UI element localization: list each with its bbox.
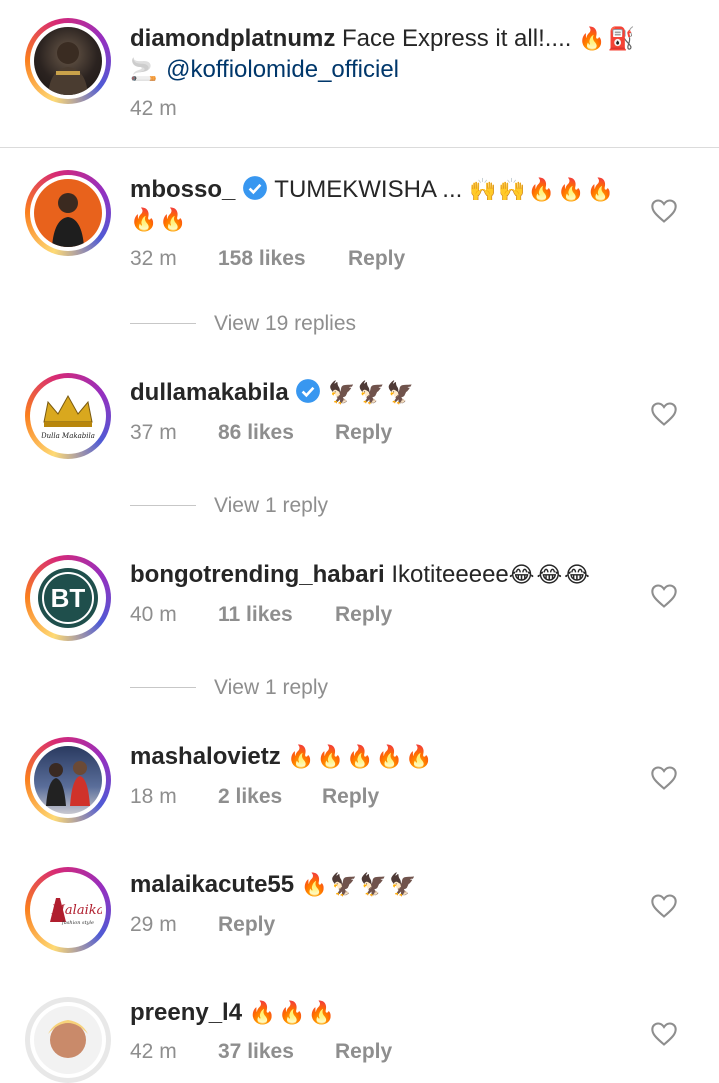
avatar-photo (48, 1020, 88, 1058)
comment-dullamakabila: dullamakabila 🦅🦅🦅 (130, 376, 416, 410)
comment-time: 32 m (130, 247, 177, 270)
bt-logo-icon: BT (38, 568, 98, 628)
avatar-photo (48, 42, 88, 95)
comment-text: TUMEKWISHA ... (274, 176, 463, 203)
reply-button[interactable]: Reply (335, 603, 392, 627)
comment-time: 37 m (130, 421, 177, 444)
comment-likes[interactable]: 2 likes (218, 785, 282, 809)
view-replies-button[interactable]: View 19 replies (214, 312, 356, 336)
view-replies-line (130, 687, 196, 688)
like-heart-icon[interactable] (650, 1021, 678, 1047)
like-heart-icon[interactable] (650, 198, 678, 224)
like-heart-icon[interactable] (650, 893, 678, 919)
comment-username[interactable]: dullamakabila (130, 379, 289, 406)
view-replies-button[interactable]: View 1 reply (214, 494, 328, 518)
comment-emoji: 🙌🙌🔥🔥🔥 (468, 177, 616, 202)
reply-button[interactable]: Reply (335, 1040, 392, 1064)
comment-likes[interactable]: 158 likes (218, 247, 306, 271)
comment-preeny: preeny_l4 🔥🔥🔥 (130, 996, 337, 1030)
like-heart-icon[interactable] (650, 765, 678, 791)
comment-text: Ikotiteeeee (391, 561, 509, 588)
caption-mention[interactable]: @koffiolomide_officiel (166, 56, 399, 83)
avatar-malaikacute55[interactable]: Malaika fashion style (25, 867, 111, 953)
comment-time: 29 m (130, 913, 177, 936)
avatar-bongotrending[interactable]: BT (25, 555, 111, 641)
malaika-logo-icon: Malaika fashion style (50, 898, 102, 926)
avatar-label: Malaika (51, 903, 102, 918)
avatar-photo (52, 193, 84, 247)
avatar-mbosso[interactable] (25, 170, 111, 256)
comment-emoji-line2: 🔥🔥 (130, 207, 189, 232)
comment-bongotrending: bongotrending_habari Ikotiteeeee😂😂😂 (130, 558, 592, 592)
comment-likes[interactable]: 86 likes (218, 421, 294, 445)
comment-time: 42 m (130, 1040, 177, 1063)
comment-emoji: 🦅🦅🦅 (328, 380, 417, 405)
reply-button[interactable]: Reply (322, 785, 379, 809)
view-replies-line (130, 323, 196, 324)
verified-badge-icon (243, 176, 267, 200)
view-replies-button[interactable]: View 1 reply (214, 676, 328, 700)
avatar-preeny[interactable] (25, 997, 111, 1083)
caption-text: diamondplatnumz Face Express it all!....… (130, 22, 650, 56)
comment-emoji: 🔥🦅🦅🦅 (300, 872, 419, 897)
comment-username[interactable]: mbosso_ (130, 176, 235, 203)
comment-emoji: 🔥🔥🔥🔥🔥 (287, 744, 435, 769)
comment-mbosso: mbosso_ TUMEKWISHA ... 🙌🙌🔥🔥🔥 (130, 173, 630, 207)
comment-username[interactable]: mashalovietz (130, 743, 281, 770)
avatar-mashalovietz[interactable] (25, 737, 111, 823)
caption-line2: 🚬 @koffiolomide_officiel (130, 53, 399, 87)
avatar-sublabel: fashion style (61, 920, 94, 926)
reply-button[interactable]: Reply (348, 247, 405, 271)
caption-body: Face Express it all!.... (342, 25, 572, 52)
avatar-label: BT (51, 583, 86, 613)
comment-likes[interactable]: 11 likes (218, 603, 293, 627)
comment-time: 40 m (130, 603, 177, 626)
comment-emoji: 🔥🔥🔥 (248, 1000, 337, 1025)
comment-mashalovietz: mashalovietz 🔥🔥🔥🔥🔥 (130, 740, 434, 774)
reply-button[interactable]: Reply (218, 913, 275, 937)
caption-emoji: 🔥⛽ (578, 26, 637, 51)
comment-likes[interactable]: 37 likes (218, 1040, 294, 1064)
avatar-label: Dulla Makabila (40, 432, 95, 440)
comment-time: 18 m (130, 785, 177, 808)
divider (0, 147, 719, 148)
verified-badge-icon (296, 379, 321, 403)
caption-emoji-2: 🚬 (130, 57, 160, 82)
comment-username[interactable]: malaikacute55 (130, 871, 294, 898)
like-heart-icon[interactable] (650, 583, 678, 609)
comment-emoji: 😂😂😂 (508, 562, 592, 587)
avatar-photo (46, 761, 90, 806)
like-heart-icon[interactable] (650, 401, 678, 427)
reply-button[interactable]: Reply (335, 421, 392, 445)
avatar-dullamakabila[interactable]: Dulla Makabila (25, 373, 111, 459)
avatar-diamondplatnumz[interactable] (25, 18, 111, 104)
comment-username[interactable]: preeny_l4 (130, 999, 242, 1026)
comment-username[interactable]: bongotrending_habari (130, 561, 385, 588)
view-replies-line (130, 505, 196, 506)
caption-time: 42 m (130, 97, 177, 120)
caption-username[interactable]: diamondplatnumz (130, 25, 335, 52)
crown-logo-icon: Dulla Makabila (40, 394, 95, 440)
comment-malaikacute55: malaikacute55 🔥🦅🦅🦅 (130, 868, 418, 902)
